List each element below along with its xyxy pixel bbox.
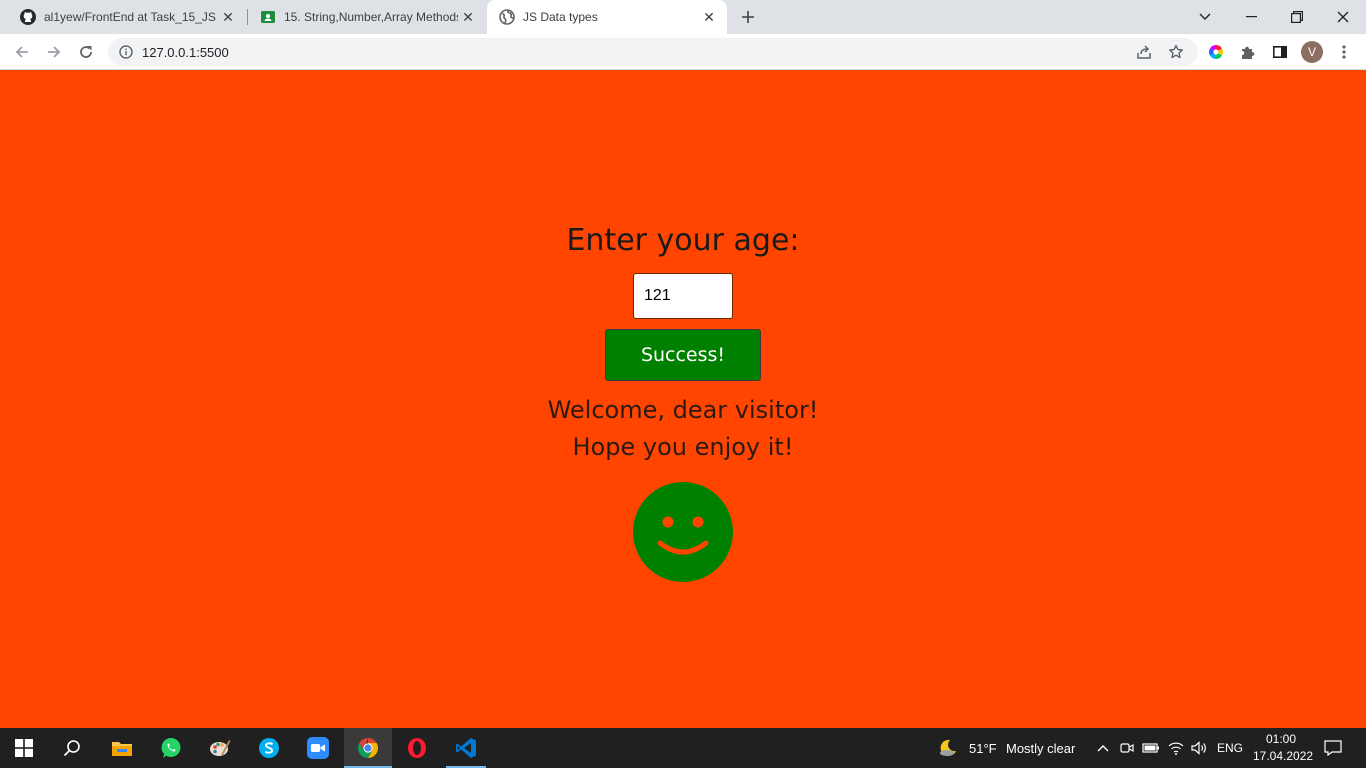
github-icon bbox=[20, 9, 36, 25]
google-classroom-icon bbox=[260, 9, 276, 25]
forward-button[interactable] bbox=[40, 38, 68, 66]
welcome-message: Welcome, dear visitor! bbox=[547, 396, 819, 424]
restore-button[interactable] bbox=[1274, 0, 1320, 34]
plus-icon bbox=[742, 11, 754, 23]
paint-button[interactable] bbox=[196, 728, 244, 768]
tab-title: JS Data types bbox=[523, 10, 598, 24]
windows-start-icon bbox=[15, 739, 33, 757]
bookmark-button[interactable] bbox=[1162, 38, 1190, 66]
url-text: 127.0.0.1:5500 bbox=[142, 44, 229, 60]
weather-temperature[interactable]: 51°F bbox=[969, 741, 997, 756]
start-button[interactable] bbox=[0, 728, 48, 768]
zoom-button[interactable] bbox=[294, 728, 342, 768]
browser-toolbar: 127.0.0.1:5500 V bbox=[0, 34, 1366, 70]
vscode-icon bbox=[456, 738, 476, 758]
chevron-down-icon bbox=[1199, 13, 1211, 20]
submit-button[interactable]: Success! bbox=[605, 329, 761, 381]
search-icon bbox=[63, 740, 80, 757]
whatsapp-button[interactable] bbox=[147, 728, 195, 768]
kebab-menu-icon bbox=[1342, 45, 1346, 59]
share-button[interactable] bbox=[1130, 38, 1158, 66]
wifi-icon[interactable] bbox=[1166, 738, 1186, 758]
minimize-button[interactable] bbox=[1228, 0, 1274, 34]
tab-title: al1yew/FrontEnd at Task_15_JS bbox=[44, 10, 216, 24]
new-tab-button[interactable] bbox=[736, 5, 760, 29]
battery-icon[interactable] bbox=[1141, 738, 1161, 758]
star-icon bbox=[1169, 44, 1183, 59]
close-window-button[interactable] bbox=[1320, 0, 1366, 34]
chevron-up-icon[interactable] bbox=[1093, 738, 1113, 758]
side-panel-icon bbox=[1272, 45, 1287, 58]
puzzle-icon bbox=[1242, 46, 1255, 59]
file-explorer-button[interactable] bbox=[98, 728, 146, 768]
skype-icon bbox=[259, 738, 279, 758]
opera-icon bbox=[408, 738, 426, 758]
restore-icon bbox=[1291, 11, 1303, 23]
reload-button[interactable] bbox=[72, 38, 100, 66]
age-input[interactable] bbox=[633, 273, 733, 319]
zoom-icon bbox=[307, 737, 329, 759]
reload-icon bbox=[80, 46, 92, 58]
file-explorer-icon bbox=[112, 742, 132, 756]
tab-github[interactable]: al1yew/FrontEnd at Task_15_JS ✕ bbox=[0, 0, 246, 34]
close-icon[interactable]: ✕ bbox=[458, 7, 478, 27]
notifications-icon[interactable] bbox=[1323, 738, 1343, 758]
volume-icon[interactable] bbox=[1189, 738, 1209, 758]
search-button[interactable] bbox=[48, 728, 96, 768]
arrow-left-icon bbox=[15, 46, 28, 58]
menu-button[interactable] bbox=[1330, 38, 1358, 66]
close-icon[interactable]: ✕ bbox=[218, 7, 238, 27]
paint-icon bbox=[210, 740, 231, 756]
language-indicator[interactable]: ENG bbox=[1217, 741, 1243, 755]
opera-button[interactable] bbox=[393, 728, 441, 768]
age-label: Enter your age: bbox=[566, 223, 800, 258]
info-icon[interactable] bbox=[118, 44, 134, 60]
enjoy-message: Hope you enjoy it! bbox=[572, 433, 794, 461]
smiley-face-icon bbox=[633, 482, 733, 582]
back-button[interactable] bbox=[8, 38, 36, 66]
chrome-button[interactable] bbox=[344, 728, 392, 768]
globe-icon bbox=[499, 9, 515, 25]
address-bar[interactable]: 127.0.0.1:5500 bbox=[108, 38, 1198, 66]
minimize-icon bbox=[1245, 16, 1257, 18]
share-icon bbox=[1137, 45, 1151, 59]
tab-title: 15. String,Number,Array Methods bbox=[284, 10, 458, 24]
color-extension-button[interactable] bbox=[1202, 38, 1230, 66]
weather-description[interactable]: Mostly clear bbox=[1006, 741, 1075, 756]
chrome-icon bbox=[358, 738, 378, 758]
tab-classroom[interactable]: 15. String,Number,Array Methods ✕ bbox=[240, 0, 486, 34]
weather-moon-icon[interactable] bbox=[938, 738, 958, 758]
profile-avatar[interactable]: V bbox=[1301, 41, 1323, 63]
close-icon[interactable]: ✕ bbox=[699, 7, 719, 27]
vscode-button[interactable] bbox=[442, 728, 490, 768]
skype-button[interactable] bbox=[245, 728, 293, 768]
meet-now-icon[interactable] bbox=[1117, 738, 1137, 758]
tab-search-button[interactable] bbox=[1182, 0, 1228, 34]
windows-taskbar: 51°F Mostly clear ENG 01:00 17.04.2022 bbox=[0, 728, 1366, 768]
tab-js-data-types[interactable]: JS Data types ✕ bbox=[487, 0, 727, 34]
page-content: Enter your age: Success! Welcome, dear v… bbox=[0, 71, 1366, 728]
whatsapp-icon bbox=[161, 738, 181, 758]
color-wheel-icon bbox=[1209, 45, 1223, 59]
clock-date[interactable]: 17.04.2022 bbox=[1253, 749, 1313, 763]
arrow-right-icon bbox=[48, 46, 61, 58]
clock-time[interactable]: 01:00 bbox=[1266, 732, 1296, 746]
close-icon bbox=[1337, 11, 1349, 23]
browser-tab-strip: al1yew/FrontEnd at Task_15_JS ✕ 15. Stri… bbox=[0, 0, 1366, 34]
extensions-button[interactable] bbox=[1234, 38, 1262, 66]
side-panel-button[interactable] bbox=[1266, 38, 1294, 66]
